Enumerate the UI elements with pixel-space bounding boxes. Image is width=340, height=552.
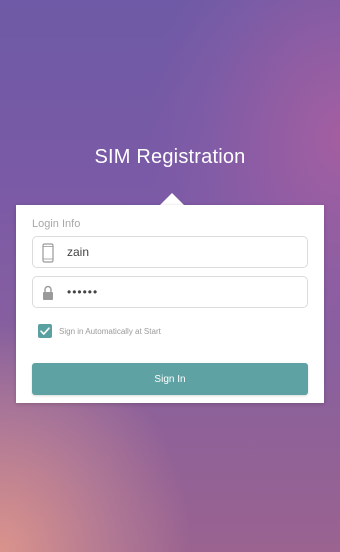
login-card: Login Info Sign in Automatically at Star… — [16, 205, 324, 403]
check-icon — [40, 327, 50, 335]
sign-in-button[interactable]: Sign In — [32, 363, 308, 395]
remember-label: Sign in Automatically at Start — [59, 326, 161, 336]
lock-icon — [41, 283, 55, 303]
password-input[interactable] — [67, 277, 297, 307]
phone-icon — [41, 243, 55, 263]
card-pointer — [160, 193, 184, 205]
remember-option[interactable]: Sign in Automatically at Start — [38, 323, 161, 339]
app-title: SIM Registration — [94, 146, 246, 168]
username-input[interactable] — [67, 237, 297, 267]
username-field[interactable] — [32, 236, 308, 268]
login-info-label: Login Info — [32, 218, 81, 230]
remember-checkbox[interactable] — [38, 324, 52, 338]
password-field[interactable] — [32, 276, 308, 308]
